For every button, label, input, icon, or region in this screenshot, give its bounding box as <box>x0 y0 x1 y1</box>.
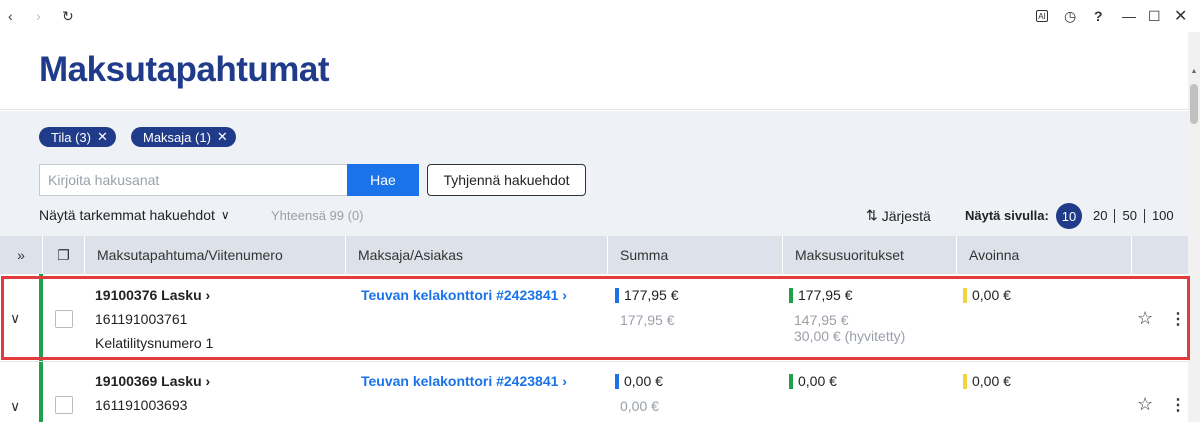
row-status-bar <box>39 362 43 422</box>
chevron-right-icon: › <box>205 287 211 303</box>
scroll-up-icon[interactable]: ▲ <box>1190 68 1198 76</box>
row-title-text: 19100376 Lasku <box>95 287 202 303</box>
page-header: Maksutapahtumat <box>0 32 1188 110</box>
payments-credited: 30,00 € (hyvitetty) <box>794 328 906 344</box>
sort-icon: ⇅ <box>866 207 878 223</box>
search-input[interactable] <box>39 164 348 196</box>
row-status-bar <box>39 274 43 361</box>
column-header-payments[interactable]: Maksusuoritukset <box>782 236 956 274</box>
table-header: » ❐ Maksutapahtuma/Viitenumero Maksaja/A… <box>0 236 1188 274</box>
per-page-option-20[interactable]: 20 <box>1086 209 1114 223</box>
chevron-right-icon: › <box>562 373 567 389</box>
sum-indicator <box>615 373 619 389</box>
browser-toolbar: ‹ › ↻ AI ◷ ? — ☐ ✕ <box>0 0 1200 32</box>
payer-link[interactable]: Teuvan kelakonttori #2423841 › <box>361 287 567 303</box>
chip-remove-icon[interactable]: ✕ <box>217 129 228 145</box>
sum-text: 177,95 € <box>624 287 679 303</box>
payer-text: Teuvan kelakonttori #2423841 <box>361 373 559 389</box>
per-page-selector: 10 20 50 100 <box>1056 203 1181 229</box>
open-indicator <box>963 373 967 389</box>
scrollbar[interactable]: ▲ <box>1188 32 1200 422</box>
more-criteria-label: Näytä tarkemmat hakuehdot <box>39 207 215 223</box>
sum-sub: 177,95 € <box>620 312 675 328</box>
payments-sub: 147,95 € <box>794 312 849 328</box>
chevron-down-icon[interactable]: ∨ <box>10 398 20 415</box>
table-row[interactable]: ∨ 19100376 Lasku › 161191003761 Kelatili… <box>0 274 1188 362</box>
row-title[interactable]: 19100376 Lasku › <box>95 287 210 303</box>
history-icon[interactable]: ◷ <box>1064 6 1076 26</box>
chevron-right-icon: › <box>205 373 211 389</box>
help-icon[interactable]: ? <box>1094 6 1103 26</box>
ai-icon[interactable]: AI <box>1036 10 1048 22</box>
back-icon[interactable]: ‹ <box>8 6 13 26</box>
sum-indicator <box>615 287 619 303</box>
row-extra: Kelatilitysnumero 1 <box>95 335 214 351</box>
chip-remove-icon[interactable]: ✕ <box>97 129 108 145</box>
expand-all-icon[interactable]: » <box>0 236 42 274</box>
column-header-transaction[interactable]: Maksutapahtuma/Viitenumero <box>84 236 345 274</box>
clear-criteria-button[interactable]: Tyhjennä hakuehdot <box>427 164 586 196</box>
open-indicator <box>963 287 967 303</box>
payments-value: 0,00 € <box>789 373 837 389</box>
open-value: 0,00 € <box>963 287 1011 303</box>
maximize-icon[interactable]: ☐ <box>1148 6 1161 26</box>
more-options-icon[interactable]: ⋮ <box>1170 309 1186 329</box>
filter-chip-maksaja[interactable]: Maksaja (1) ✕ <box>131 127 236 147</box>
payer-text: Teuvan kelakonttori #2423841 <box>361 287 559 303</box>
row-title-text: 19100369 Lasku <box>95 373 202 389</box>
payments-value: 177,95 € <box>789 287 853 303</box>
payer-link[interactable]: Teuvan kelakonttori #2423841 › <box>361 373 567 389</box>
forward-icon[interactable]: › <box>36 6 41 26</box>
per-page-option-10[interactable]: 10 <box>1056 203 1082 229</box>
chip-label: Tila (3) <box>51 129 91 145</box>
row-reference: 161191003693 <box>95 397 188 413</box>
more-criteria-toggle[interactable]: Näytä tarkemmat hakuehdot ∨ <box>39 207 230 223</box>
help-label: ? <box>1094 8 1103 24</box>
ai-label: AI <box>1038 11 1046 21</box>
row-title[interactable]: 19100369 Lasku › <box>95 373 210 389</box>
filter-chip-tila[interactable]: Tila (3) ✕ <box>39 127 116 147</box>
column-header-payer[interactable]: Maksaja/Asiakas <box>345 236 607 274</box>
star-icon[interactable]: ☆ <box>1137 308 1153 329</box>
sum-value: 0,00 € <box>615 373 663 389</box>
search-button[interactable]: Hae <box>347 164 419 196</box>
page-title: Maksutapahtumat <box>39 50 330 89</box>
select-all-icon[interactable]: ❐ <box>42 236 84 274</box>
payments-indicator <box>789 287 793 303</box>
payments-text: 177,95 € <box>798 287 853 303</box>
column-header-actions <box>1131 236 1188 274</box>
scroll-thumb[interactable] <box>1190 84 1198 124</box>
per-page-option-50[interactable]: 50 <box>1114 209 1143 223</box>
column-header-sum[interactable]: Summa <box>607 236 782 274</box>
sort-label: Järjestä <box>881 207 931 224</box>
chevron-right-icon: › <box>562 287 567 303</box>
close-icon[interactable]: ✕ <box>1174 6 1187 26</box>
column-header-open[interactable]: Avoinna <box>956 236 1131 274</box>
chevron-down-icon: ∨ <box>220 208 230 222</box>
filter-panel: Tila (3) ✕ Maksaja (1) ✕ Hae Tyhjennä ha… <box>0 111 1188 236</box>
sum-value: 177,95 € <box>615 287 679 303</box>
per-page-label: Näytä sivulla: <box>965 208 1049 223</box>
total-count: Yhteensä 99 (0) <box>271 208 364 223</box>
payments-indicator <box>789 373 793 389</box>
payments-text: 0,00 € <box>798 373 837 389</box>
chevron-down-icon[interactable]: ∨ <box>10 310 20 327</box>
sum-text: 0,00 € <box>624 373 663 389</box>
minimize-icon[interactable]: — <box>1122 6 1136 26</box>
row-checkbox[interactable] <box>55 310 73 328</box>
table-row[interactable]: ∨ 19100369 Lasku › 161191003693 Teuvan k… <box>0 362 1188 422</box>
star-icon[interactable]: ☆ <box>1137 394 1153 415</box>
open-text: 0,00 € <box>972 287 1011 303</box>
reload-icon[interactable]: ↻ <box>62 6 74 26</box>
chip-label: Maksaja (1) <box>143 129 211 145</box>
row-reference: 161191003761 <box>95 311 188 327</box>
open-text: 0,00 € <box>972 373 1011 389</box>
sum-sub: 0,00 € <box>620 398 659 414</box>
per-page-option-100[interactable]: 100 <box>1143 209 1181 223</box>
open-value: 0,00 € <box>963 373 1011 389</box>
row-checkbox[interactable] <box>55 396 73 414</box>
more-options-icon[interactable]: ⋮ <box>1170 395 1186 415</box>
sort-button[interactable]: ⇅ Järjestä <box>866 207 931 224</box>
